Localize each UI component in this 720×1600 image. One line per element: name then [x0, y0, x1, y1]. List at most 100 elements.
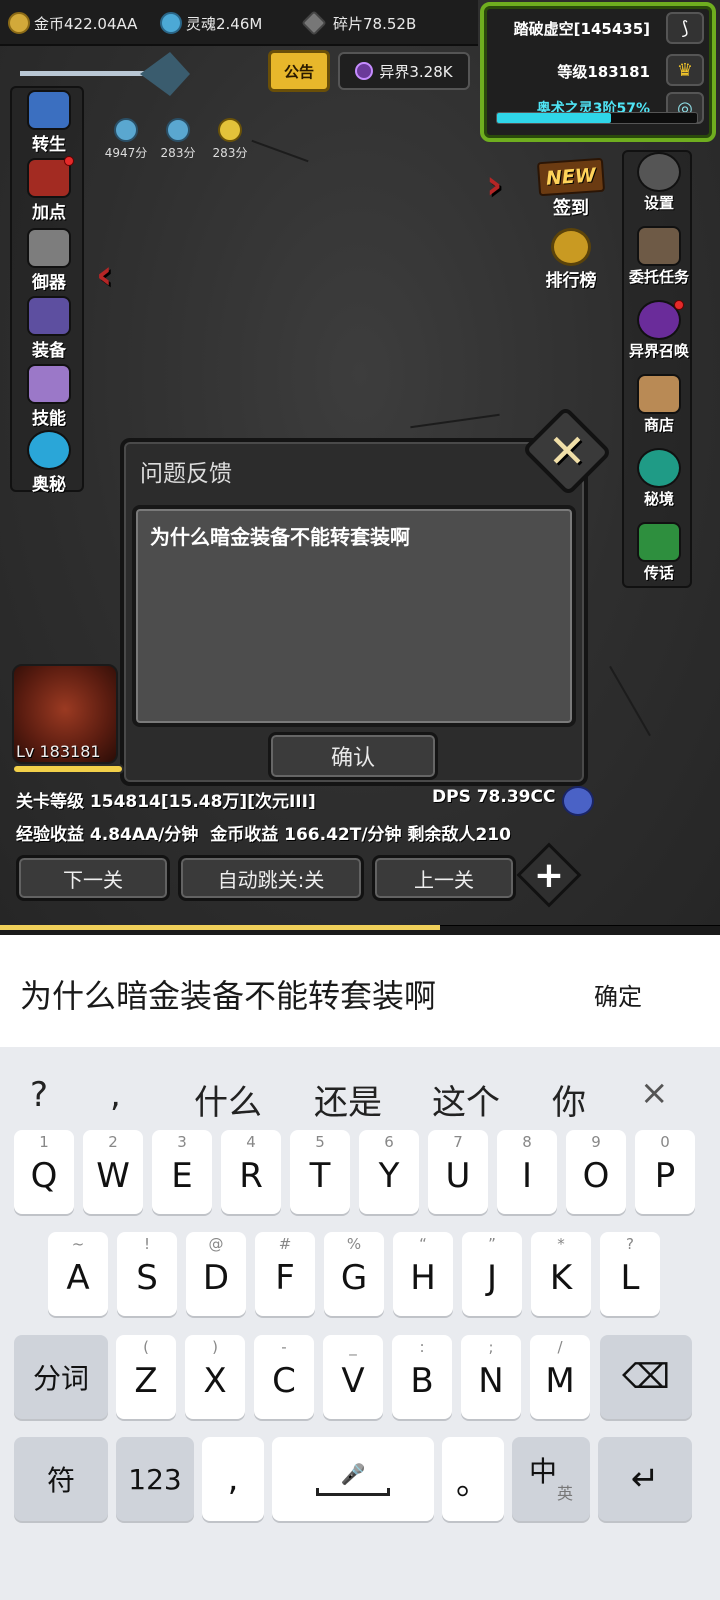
key-h[interactable]: “H: [393, 1232, 453, 1316]
checkin-button[interactable]: NEW 签到: [536, 157, 606, 220]
key-f[interactable]: # F: [255, 1232, 315, 1316]
arcane-progress-bar: [496, 112, 698, 124]
key-hint: 3: [177, 1133, 187, 1151]
menu-secret-realm[interactable]: 秘境: [624, 448, 694, 509]
candidate-word[interactable]: ,: [110, 1075, 121, 1115]
ranking-button[interactable]: 排行榜: [536, 228, 606, 291]
ime-confirm-button[interactable]: 确定: [594, 977, 642, 1012]
player-panel[interactable]: 踏破虚空[145435] ⟆ 等级183181 ♛ 奥术之灵3阶57% ◎: [480, 2, 716, 142]
key-letter: W: [96, 1156, 130, 1196]
english-label: 英: [557, 1484, 574, 1503]
key-i[interactable]: 8I: [497, 1130, 557, 1214]
auto-skip-button[interactable]: 自动跳关:关: [178, 855, 364, 901]
soul-value: 灵魂2.46M: [186, 14, 263, 33]
key-u[interactable]: 7U: [428, 1130, 488, 1214]
menu-skills[interactable]: 技能: [12, 364, 86, 429]
notification-dot: [674, 300, 684, 310]
key-o[interactable]: 9O: [566, 1130, 626, 1214]
key-l[interactable]: ? L: [600, 1232, 660, 1316]
language-switch-key[interactable]: 中 英: [512, 1437, 590, 1521]
candidate-word[interactable]: 什么: [194, 1075, 262, 1124]
menu-rebirth[interactable]: 转生: [12, 90, 86, 155]
key-letter: O: [582, 1156, 610, 1196]
key-hint: 8: [522, 1133, 532, 1151]
menu-mystery[interactable]: 奥秘: [12, 430, 86, 495]
expand-button[interactable]: +: [516, 842, 582, 908]
key-hint: %: [346, 1235, 362, 1253]
menu-add-points[interactable]: 加点: [12, 156, 86, 223]
comma-key[interactable]: ,: [202, 1437, 264, 1521]
confirm-button[interactable]: 确认: [268, 732, 438, 780]
key-e[interactable]: 3E: [152, 1130, 212, 1214]
buff-item[interactable]: 283分: [204, 118, 256, 161]
buff-score: 283分: [160, 146, 196, 160]
menu-settings[interactable]: 设置: [624, 152, 694, 213]
candidate-word[interactable]: 还是: [314, 1075, 382, 1124]
dps-orb-icon: [562, 786, 594, 816]
key-v[interactable]: _ V: [323, 1335, 383, 1419]
space-key[interactable]: 🎤: [272, 1437, 434, 1521]
key-y[interactable]: 6Y: [359, 1130, 419, 1214]
armor-star-icon: [27, 296, 71, 336]
numbers-key[interactable]: 123: [116, 1437, 194, 1521]
key-x[interactable]: ) X: [185, 1335, 245, 1419]
notice-button[interactable]: 公告: [268, 50, 330, 92]
key-hint: /: [557, 1338, 563, 1356]
rank-emblem-icon: ⟆: [666, 12, 704, 44]
key-s[interactable]: ! S: [117, 1232, 177, 1316]
menu-equipment[interactable]: 装备: [12, 296, 86, 361]
candidate-word[interactable]: ?: [30, 1075, 48, 1115]
menu-label: 加点: [32, 203, 66, 223]
feedback-textarea[interactable]: 为什么暗金装备不能转套装啊: [132, 505, 576, 727]
segment-key[interactable]: 分词: [14, 1335, 108, 1419]
backspace-key[interactable]: ⌫: [600, 1335, 692, 1419]
menu-shop[interactable]: 商店: [624, 374, 694, 435]
key-w[interactable]: 2W: [83, 1130, 143, 1214]
key-r[interactable]: 4R: [221, 1130, 281, 1214]
key-j[interactable]: ” J: [462, 1232, 522, 1316]
key-letter: P: [654, 1156, 676, 1196]
menu-message[interactable]: 传话: [624, 522, 694, 583]
key-letter: U: [445, 1156, 471, 1196]
menu-otherworld-summon[interactable]: 异界召唤: [624, 300, 694, 361]
right-arrow-icon[interactable]: ›: [486, 162, 502, 208]
key-z[interactable]: (Z: [116, 1335, 176, 1419]
key-t[interactable]: 5T: [290, 1130, 350, 1214]
key-p[interactable]: 0P: [635, 1130, 695, 1214]
ime-input-text[interactable]: 为什么暗金装备不能转套装啊: [20, 971, 436, 1017]
scroll-icon: [27, 364, 71, 404]
otherworld-currency[interactable]: 异界3.28K: [338, 52, 470, 90]
new-tag-icon: NEW: [536, 157, 606, 197]
key-letter: L: [620, 1258, 640, 1298]
key-c[interactable]: -C: [254, 1335, 314, 1419]
menu-commission[interactable]: 委托任务: [624, 226, 694, 287]
key-m[interactable]: / M: [530, 1335, 590, 1419]
key-g[interactable]: % G: [324, 1232, 384, 1316]
close-candidates-icon[interactable]: ×: [640, 1073, 669, 1113]
next-stage-button[interactable]: 下一关: [16, 855, 170, 901]
gold-value: 金币422.04AA: [34, 14, 138, 33]
key-hint: !: [143, 1235, 150, 1253]
buff-item[interactable]: 4947分: [100, 118, 152, 161]
period-key[interactable]: 。: [442, 1437, 504, 1521]
candidate-word[interactable]: 这个: [432, 1075, 500, 1124]
buff-score: 4947分: [104, 146, 148, 160]
menu-weapon-control[interactable]: 御器: [12, 228, 86, 293]
equipped-weapon-icon[interactable]: [20, 52, 190, 96]
previous-stage-button[interactable]: 上一关: [372, 855, 516, 901]
key-b[interactable]: :B: [392, 1335, 452, 1419]
left-arrow-icon[interactable]: ‹: [96, 252, 112, 298]
enter-key[interactable]: ↵: [598, 1437, 692, 1521]
key-q[interactable]: 1Q: [14, 1130, 74, 1214]
income-stats: 经验收益 4.84AA/分钟 金币收益 166.42T/分钟 剩余敌人210: [16, 825, 511, 845]
key-n[interactable]: ; N: [461, 1335, 521, 1419]
key-a[interactable]: ~ A: [48, 1232, 108, 1316]
key-hint: -: [281, 1338, 287, 1356]
key-letter: J: [486, 1258, 498, 1298]
hero-portrait[interactable]: Lv 183181: [12, 664, 124, 776]
symbols-key[interactable]: 符: [14, 1437, 108, 1521]
key-k[interactable]: * K: [531, 1232, 591, 1316]
candidate-word[interactable]: 你: [552, 1075, 586, 1124]
buff-item[interactable]: 283分: [152, 118, 204, 161]
key-d[interactable]: @ D: [186, 1232, 246, 1316]
